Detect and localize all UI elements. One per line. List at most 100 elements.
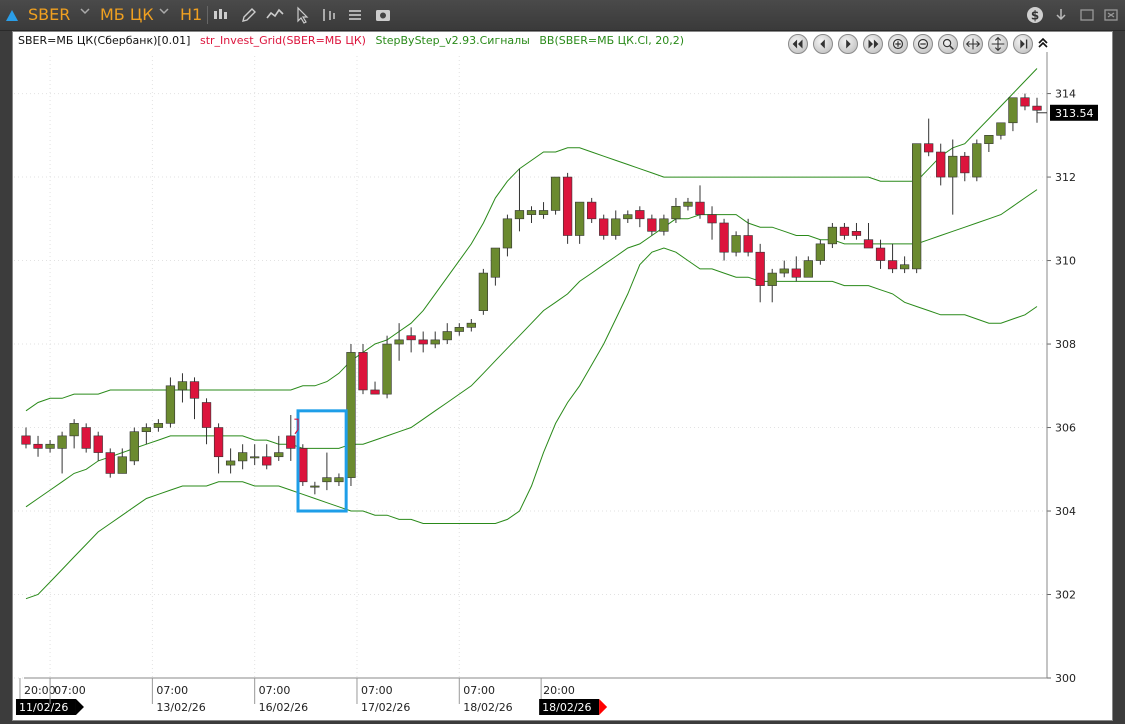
candle-up: [117, 456, 127, 474]
candle-down: [93, 435, 103, 453]
candle-up: [490, 247, 501, 278]
date-box-arrow: [75, 699, 84, 715]
x-tick-label-date: 16/02/26: [259, 701, 308, 714]
y-tick-label: 300: [1055, 672, 1076, 685]
candle-down: [213, 427, 224, 458]
scroll-right-icon[interactable]: [838, 34, 858, 54]
x-tick-label-date: 11/02/26: [19, 701, 68, 714]
legend-instrument: SBER=МБ ЦК(Сбербанк)[0.01]: [18, 34, 191, 47]
candle-up: [815, 243, 825, 261]
candle-down: [791, 268, 801, 278]
legend-bb-indicator: BB(SBER=МБ ЦК.Cl, 20,2): [539, 34, 684, 47]
candle-down: [960, 155, 970, 174]
date-box-arrow: [599, 699, 608, 715]
scroll-left-icon[interactable]: [813, 34, 833, 54]
candle-up: [57, 435, 67, 449]
candle-down: [418, 339, 428, 345]
candle-down: [863, 239, 874, 249]
candle-up: [1008, 97, 1018, 124]
scroll-begin-icon[interactable]: [788, 34, 808, 54]
x-tick-label-date: 17/02/26: [361, 701, 410, 714]
candle-down: [719, 222, 729, 253]
last-price-label: 313.54: [1055, 107, 1094, 120]
scroll-to-last-icon[interactable]: [1013, 34, 1033, 54]
zoom-out-icon[interactable]: [913, 34, 933, 54]
candle-down: [262, 456, 272, 466]
candle-down: [875, 247, 886, 261]
candle-up: [45, 443, 55, 449]
candle-up: [129, 431, 139, 462]
candle-down: [286, 435, 296, 449]
candle-down: [851, 231, 862, 236]
candle-up: [153, 423, 164, 428]
candle-down: [924, 143, 934, 153]
scroll-end-icon[interactable]: [863, 34, 883, 54]
candle-up: [803, 260, 813, 278]
candle-down: [105, 452, 115, 474]
candle-up: [225, 460, 236, 466]
candle-down: [298, 448, 308, 483]
y-tick-label: 312: [1055, 171, 1076, 184]
candle-down: [1020, 97, 1030, 107]
x-tick-label-time: 20:00: [24, 684, 56, 697]
x-tick-label-date: 18/02/26: [542, 701, 591, 714]
zoom-in-icon[interactable]: [888, 34, 908, 54]
candle-up: [310, 485, 320, 488]
candle-up: [899, 264, 910, 270]
candle-up: [442, 331, 452, 341]
y-tick-label: 310: [1055, 255, 1076, 268]
y-tick-label: 302: [1055, 589, 1076, 602]
candle-down: [562, 176, 573, 236]
candle-down: [21, 435, 31, 445]
candle-up: [454, 327, 464, 332]
candle-up: [526, 210, 537, 215]
candle-up: [972, 143, 982, 178]
candle-down: [635, 210, 645, 220]
candle-up: [912, 143, 922, 270]
candle-down: [743, 235, 753, 253]
candle-up: [575, 201, 585, 236]
candle-up: [141, 427, 151, 433]
compress-horizontal-icon[interactable]: [963, 34, 983, 54]
collapse-up-icon[interactable]: [1037, 36, 1049, 50]
candle-down: [201, 402, 212, 428]
candle-up: [394, 339, 404, 345]
candle-down: [406, 335, 416, 341]
candle-up: [250, 456, 260, 459]
candle-up: [238, 452, 248, 462]
candle-up: [671, 205, 681, 220]
candle-down: [189, 381, 200, 399]
x-tick-label-time: 07:00: [463, 684, 495, 697]
price-chart[interactable]: 300 302 304 306 308 310 312 314 313.54 20:00 11/0…: [0, 0, 1125, 724]
candle-up: [623, 214, 633, 220]
zoom-fit-icon[interactable]: [938, 34, 958, 54]
candle-up: [466, 322, 476, 328]
candle-down: [33, 443, 43, 449]
chart-window: SBER МБ ЦК H1 $ 300 302 304 306 308 310 312 314…: [0, 0, 1125, 724]
expand-vertical-icon[interactable]: [988, 34, 1008, 54]
candle-up: [502, 218, 513, 249]
candle-up: [538, 210, 549, 215]
chart-legend: SBER=МБ ЦК(Сбербанк)[0.01] str_Invest_Gr…: [18, 34, 690, 50]
candle-down: [370, 389, 380, 395]
bb-middle-line: [25, 189, 1038, 508]
x-tick-label-time: 07:00: [54, 684, 86, 697]
candle-up: [767, 272, 777, 286]
candle-down: [1032, 105, 1042, 111]
candle-down: [587, 201, 597, 220]
candle-down: [599, 218, 609, 236]
x-tick-label-date: 13/02/26: [156, 701, 205, 714]
candle-down: [707, 214, 717, 224]
candle-up: [165, 385, 176, 424]
candle-up: [334, 477, 344, 483]
bb-lower-line: [25, 247, 1038, 600]
legend-signals-indicator: StepByStep_v2.93.Сигналы: [375, 34, 530, 47]
candle-down: [647, 218, 657, 232]
y-tick-label: 306: [1055, 422, 1076, 435]
candle-up: [430, 339, 440, 345]
legend-grid-indicator: str_Invest_Grid(SBER=МБ ЦК): [199, 34, 366, 47]
x-tick-label-time: 07:00: [361, 684, 393, 697]
candle-up: [611, 218, 621, 236]
candle-down: [81, 427, 91, 449]
candle-up: [322, 477, 332, 483]
